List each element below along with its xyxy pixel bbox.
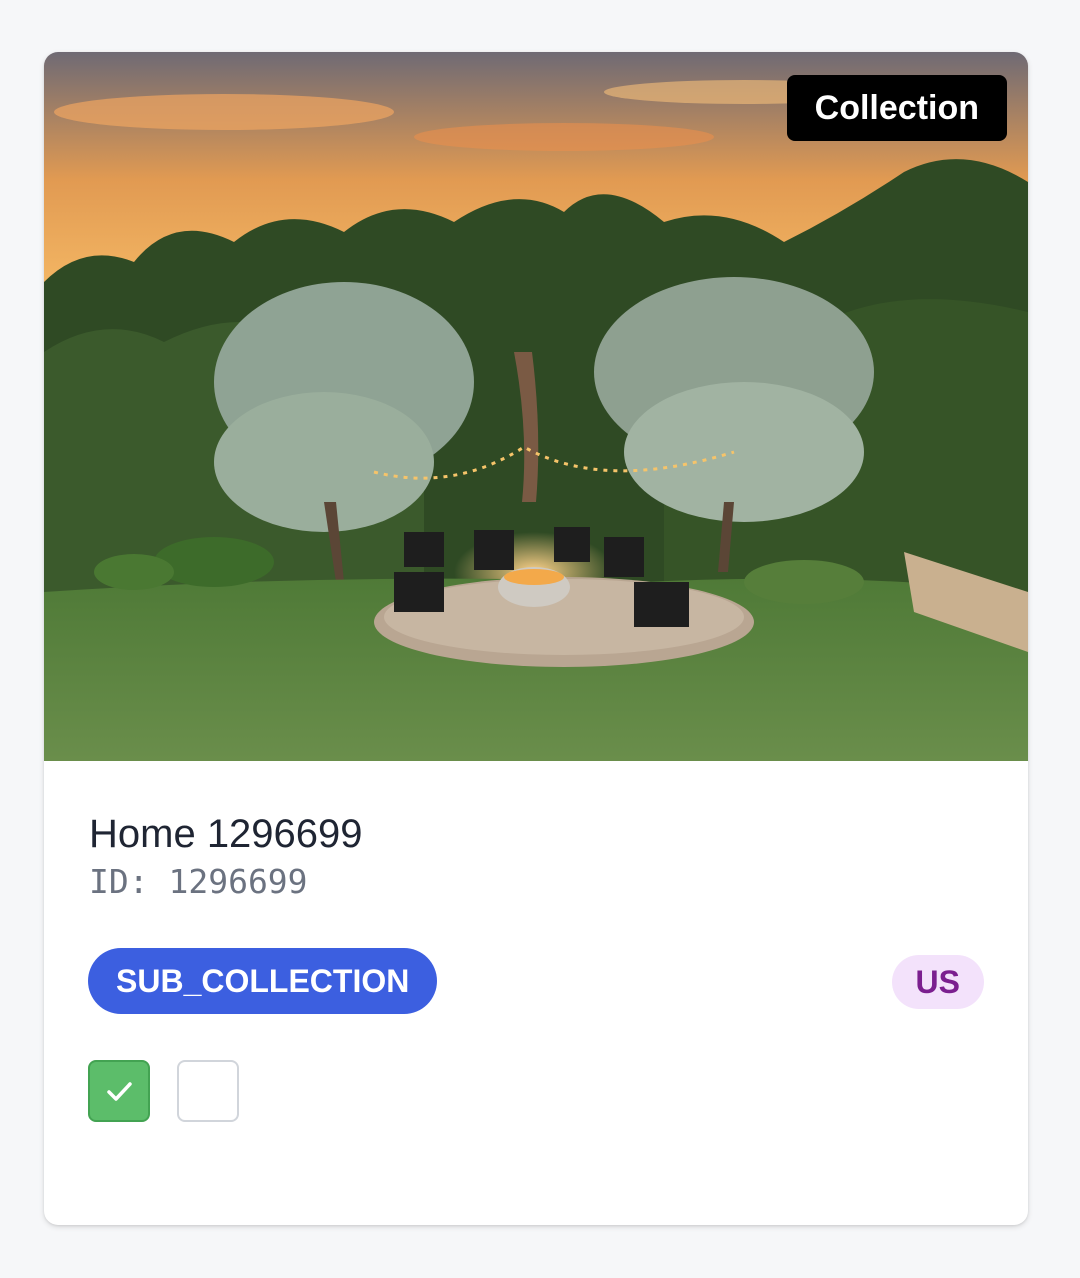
- listing-title: Home 1296699: [89, 812, 363, 856]
- reject-checkbox[interactable]: [177, 1060, 239, 1122]
- property-photo: [44, 52, 1028, 761]
- approve-checkbox[interactable]: [88, 1060, 150, 1122]
- check-icon: [107, 1082, 132, 1101]
- sub-collection-badge: SUB_COLLECTION: [88, 948, 438, 1014]
- listing-card[interactable]: Collection Home 1296699 ID: 1296699 SUB_…: [44, 52, 1028, 1225]
- country-badge: US: [891, 955, 984, 1009]
- collection-type-badge: Collection: [786, 75, 1007, 141]
- listing-id: ID: 1296699: [89, 862, 308, 901]
